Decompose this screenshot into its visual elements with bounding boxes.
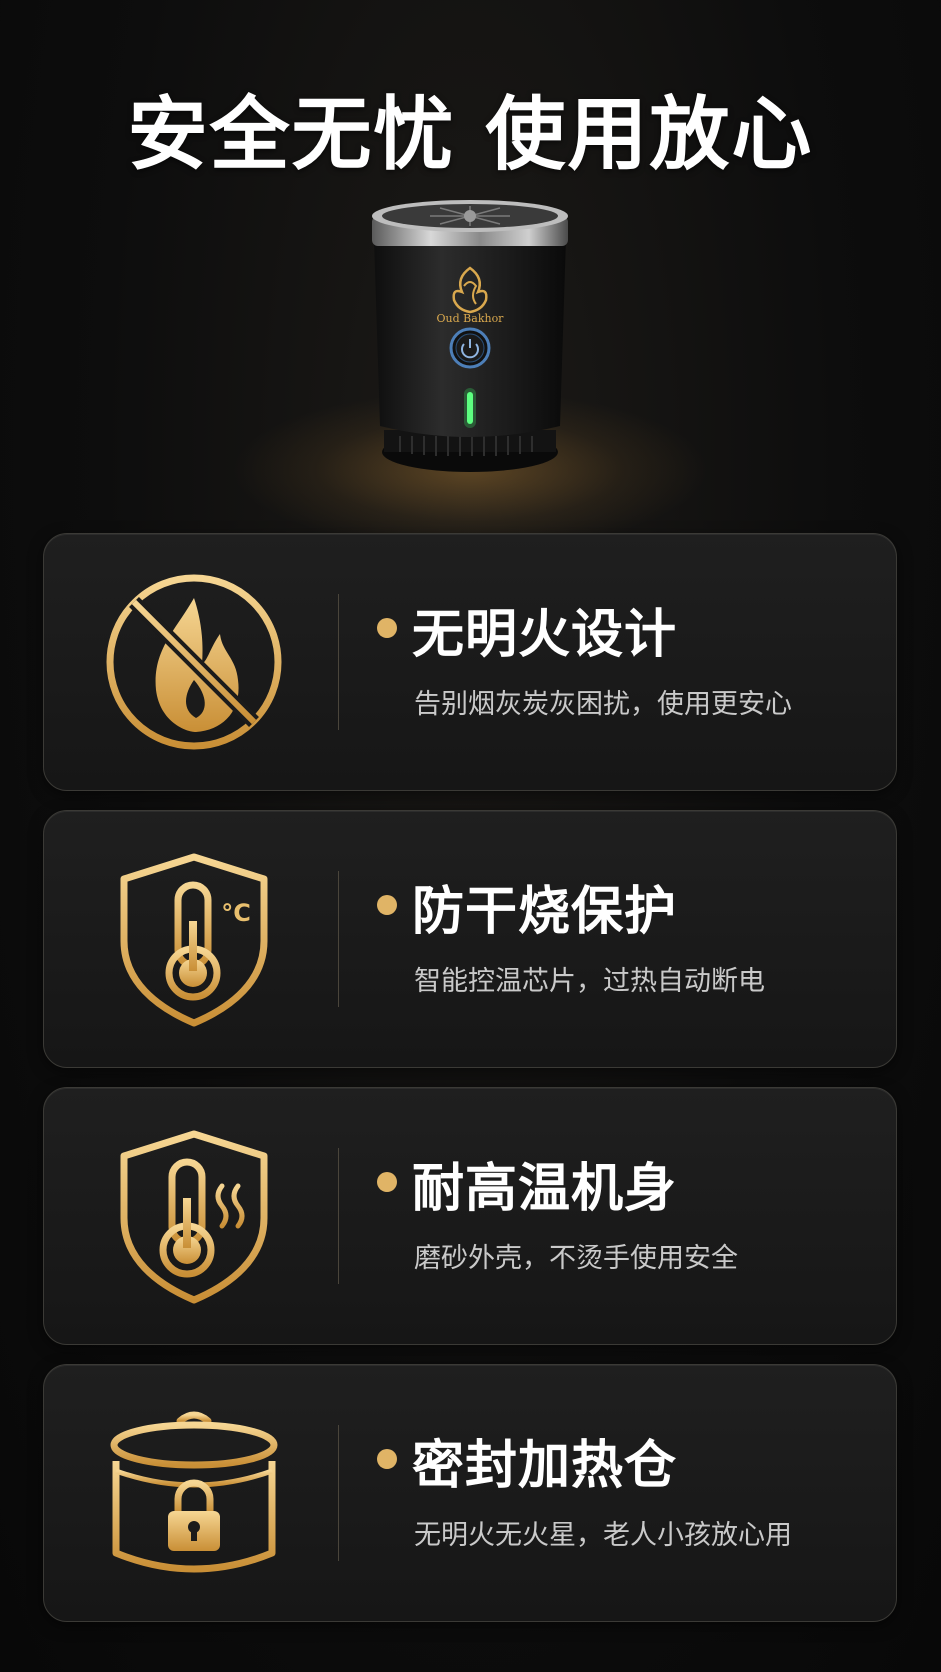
product-image: Oud Bakhor: [372, 200, 568, 472]
feature-heading: 密封加热仓: [412, 1436, 678, 1496]
card-divider: [338, 1148, 339, 1284]
feature-heading: 无明火设计: [412, 605, 678, 665]
bullet-dot: [377, 1172, 397, 1192]
card-divider: [338, 871, 339, 1007]
celsius-label: °C: [221, 899, 251, 927]
feature-card-heat-resistant-body: 耐高温机身 磨砂外壳，不烫手使用安全: [43, 1087, 897, 1345]
feature-heading: 耐高温机身: [412, 1159, 678, 1219]
product-brand: Oud Bakhor: [437, 312, 505, 325]
shield-thermometer-celsius-icon: °C: [120, 853, 268, 1027]
card-divider: [338, 1425, 339, 1561]
no-flame-icon: [106, 574, 282, 750]
shield-thermometer-heat-icon: [120, 1130, 268, 1304]
feature-card-no-flame: 无明火设计 告别烟灰炭灰困扰，使用更安心: [43, 533, 897, 791]
bullet-dot: [377, 618, 397, 638]
sealed-pot-lock-icon: [110, 1411, 278, 1573]
feature-heading: 防干烧保护: [412, 882, 678, 942]
bullet-dot: [377, 895, 397, 915]
feature-card-dry-burn-protection: °C 防干烧保护 智能控温芯片，过热自动断电: [43, 810, 897, 1068]
page-title: 安全无忧 使用放心: [127, 88, 814, 181]
bullet-dot: [377, 1449, 397, 1469]
feature-description: 无明火无火星，老人小孩放心用: [414, 1520, 792, 1551]
feature-description: 智能控温芯片，过热自动断电: [414, 966, 765, 997]
card-divider: [338, 594, 339, 730]
feature-card-sealed-chamber: 密封加热仓 无明火无火星，老人小孩放心用: [43, 1364, 897, 1622]
feature-description: 告别烟灰炭灰困扰，使用更安心: [414, 689, 792, 720]
feature-description: 磨砂外壳，不烫手使用安全: [414, 1243, 738, 1274]
